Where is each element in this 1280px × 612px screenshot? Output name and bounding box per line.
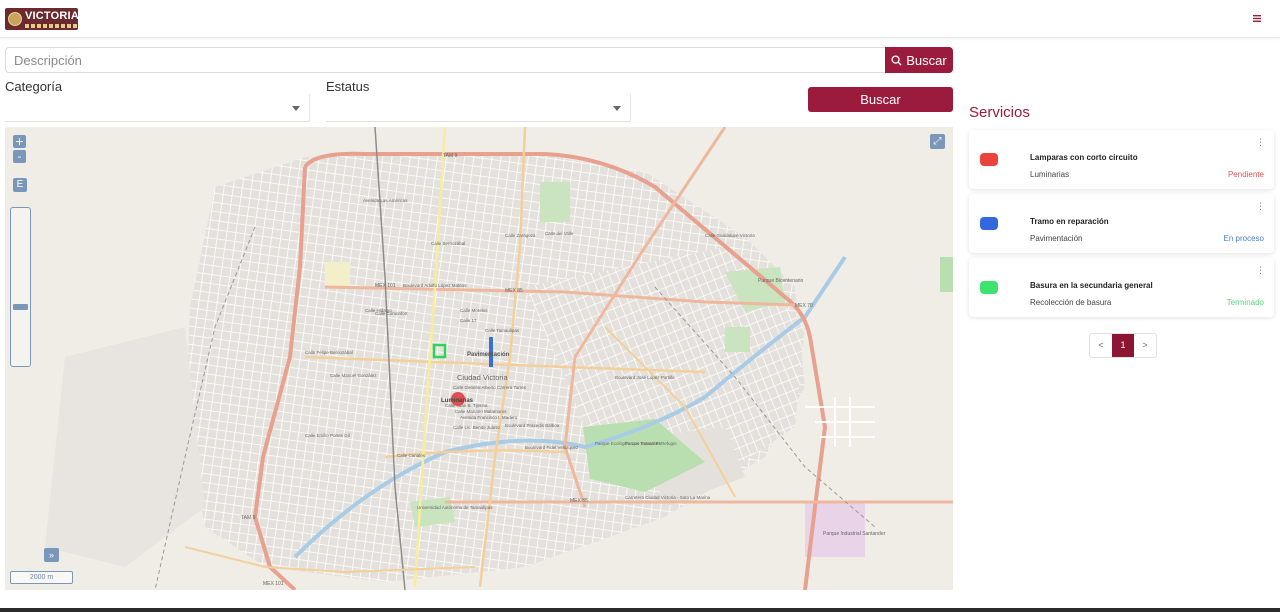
zoom-extent-button[interactable]: E bbox=[13, 178, 27, 192]
double-chevron-right-icon[interactable]: » bbox=[44, 548, 59, 562]
service-status: Pendiente bbox=[1227, 170, 1264, 179]
map-canvas[interactable]: Ciudad Victoria Parque Bicentenario Parq… bbox=[5, 127, 953, 590]
map-park-label: Parque Industrial Santander bbox=[823, 531, 886, 537]
logo-title: VICTORIA bbox=[25, 9, 78, 22]
map-highway-label: MEX 85 bbox=[570, 498, 588, 504]
service-title: Lamparas con corto circuito bbox=[1030, 153, 1138, 162]
pagination-page-button[interactable]: 1 bbox=[1112, 334, 1134, 357]
service-category: Luminarias bbox=[1030, 170, 1070, 179]
zoom-slider[interactable] bbox=[10, 207, 31, 367]
service-category: Pavimentación bbox=[1030, 234, 1083, 243]
map-street-label: Calle Felipe Berriozábal bbox=[305, 350, 353, 355]
map-park-label: Parque Bicentenario bbox=[758, 278, 804, 284]
estatus-select[interactable] bbox=[326, 94, 631, 122]
service-color-indicator bbox=[980, 153, 998, 166]
map-street-label: Calle General Alberto Carrera Torres bbox=[453, 385, 527, 390]
estatus-label: Estatus bbox=[326, 79, 370, 94]
categoria-select[interactable] bbox=[5, 94, 310, 122]
map-street-label: Calle Canales bbox=[397, 453, 426, 458]
zoom-slider-thumb[interactable] bbox=[13, 304, 28, 310]
top-bar: VICTORIA bbox=[0, 0, 1280, 38]
map-highway-label: MEX 101 bbox=[263, 581, 284, 587]
zoom-in-button[interactable]: + bbox=[13, 135, 26, 148]
map-highway-label: MEX 70 bbox=[795, 303, 813, 309]
categoria-label: Categoría bbox=[5, 79, 63, 94]
bottom-border bbox=[0, 608, 1280, 612]
pagination: < 1 > bbox=[1089, 333, 1157, 358]
description-search-input[interactable] bbox=[5, 47, 885, 73]
service-status: En proceso bbox=[1223, 234, 1264, 243]
luminarias-marker-label: Luminarias bbox=[441, 398, 474, 404]
hamburger-icon[interactable] bbox=[1250, 11, 1264, 25]
map-street-label: Boulevard Praxedis Balboa bbox=[505, 423, 560, 428]
search-icon bbox=[891, 54, 902, 66]
pagination-next-button[interactable]: > bbox=[1134, 334, 1156, 357]
city-seal-icon bbox=[8, 12, 22, 26]
map-highway-label: TAM 9 bbox=[443, 153, 458, 159]
map-street-label: Calle Guadalupe Victoria bbox=[705, 233, 755, 238]
map-highway-label: TAM 9 bbox=[241, 515, 256, 521]
expand-icon[interactable]: ⤢ bbox=[930, 134, 945, 149]
map-park-label: Parque Estatal El Refugio bbox=[625, 441, 677, 446]
map-highway-label: MEX 85 bbox=[505, 288, 523, 294]
search-button[interactable]: Buscar bbox=[885, 47, 953, 73]
pavimentacion-marker-label: Pavimentación bbox=[467, 352, 510, 358]
filter-search-button[interactable]: Buscar bbox=[808, 87, 953, 112]
map-street-label: Boulevard Fidel Velázquez bbox=[525, 445, 579, 450]
map-street-label: Boulevard Adolfo López Mateos bbox=[403, 283, 467, 288]
map-scale-bar: 2000 m bbox=[10, 571, 73, 584]
service-title: Tramo en reparación bbox=[1030, 217, 1109, 226]
logo-ornament bbox=[25, 23, 77, 28]
map-street-label: Calle Berriozábal bbox=[431, 241, 465, 246]
service-card[interactable]: ⋮ Lamparas con corto circuito Luminarias… bbox=[969, 130, 1274, 189]
map-street-label: Calle del Valle bbox=[545, 231, 574, 236]
map-street-label: Calle Zaragoza bbox=[505, 233, 536, 238]
map-street-label: Calle Comonfort bbox=[375, 311, 408, 316]
servicios-title: Servicios bbox=[969, 104, 1030, 121]
map-street-label: Carretera Ciudad Victoria - Soto La Mari… bbox=[625, 495, 711, 500]
service-title: Basura en la secundaria general bbox=[1030, 281, 1153, 290]
victoria-logo[interactable]: VICTORIA bbox=[5, 8, 78, 30]
map-street-label: Avenida Las Américas bbox=[363, 198, 408, 203]
map-street-label: Calle 17 bbox=[460, 318, 477, 323]
chevron-down-icon bbox=[292, 106, 300, 111]
map-city-label: Ciudad Victoria bbox=[457, 373, 509, 382]
chevron-down-icon bbox=[613, 106, 621, 111]
service-color-indicator bbox=[980, 217, 998, 230]
more-vertical-icon[interactable]: ⋮ bbox=[1256, 265, 1265, 275]
service-card[interactable]: ⋮ Basura en la secundaria general Recole… bbox=[969, 258, 1274, 317]
service-card[interactable]: ⋮ Tramo en reparación Pavimentación En p… bbox=[969, 194, 1274, 253]
more-vertical-icon[interactable]: ⋮ bbox=[1256, 201, 1265, 211]
pagination-prev-button[interactable]: < bbox=[1090, 334, 1112, 357]
service-category: Recolección de basura bbox=[1030, 298, 1112, 307]
map-street-label: Calle Tamaulipas bbox=[485, 328, 520, 333]
service-status: Terminado bbox=[1226, 298, 1264, 307]
map-street-label: Calle Emilio Portes Gil bbox=[305, 433, 350, 438]
zoom-out-button[interactable]: - bbox=[13, 150, 26, 163]
map-street-label: Avenida Francisco I. Madero bbox=[460, 415, 518, 420]
map-street-label: Calle Mariano Matamoros bbox=[455, 409, 507, 414]
map-street-label: Calle Lic. Benito Juárez bbox=[453, 425, 501, 430]
map-street-label: Boulevard José López Portillo bbox=[615, 375, 675, 380]
map-park-label: Universidad Autónoma de Tamaulipas bbox=[417, 505, 493, 510]
map-highway-label: MEX 101 bbox=[375, 283, 396, 289]
map-street-label: Calle Manuel González bbox=[330, 373, 377, 378]
map-street-label: Calle Morelos bbox=[460, 308, 488, 313]
city-map[interactable]: Ciudad Victoria Parque Bicentenario Parq… bbox=[5, 127, 953, 590]
service-color-indicator bbox=[980, 281, 998, 294]
search-button-label: Buscar bbox=[906, 52, 947, 68]
more-vertical-icon[interactable]: ⋮ bbox=[1256, 137, 1265, 147]
